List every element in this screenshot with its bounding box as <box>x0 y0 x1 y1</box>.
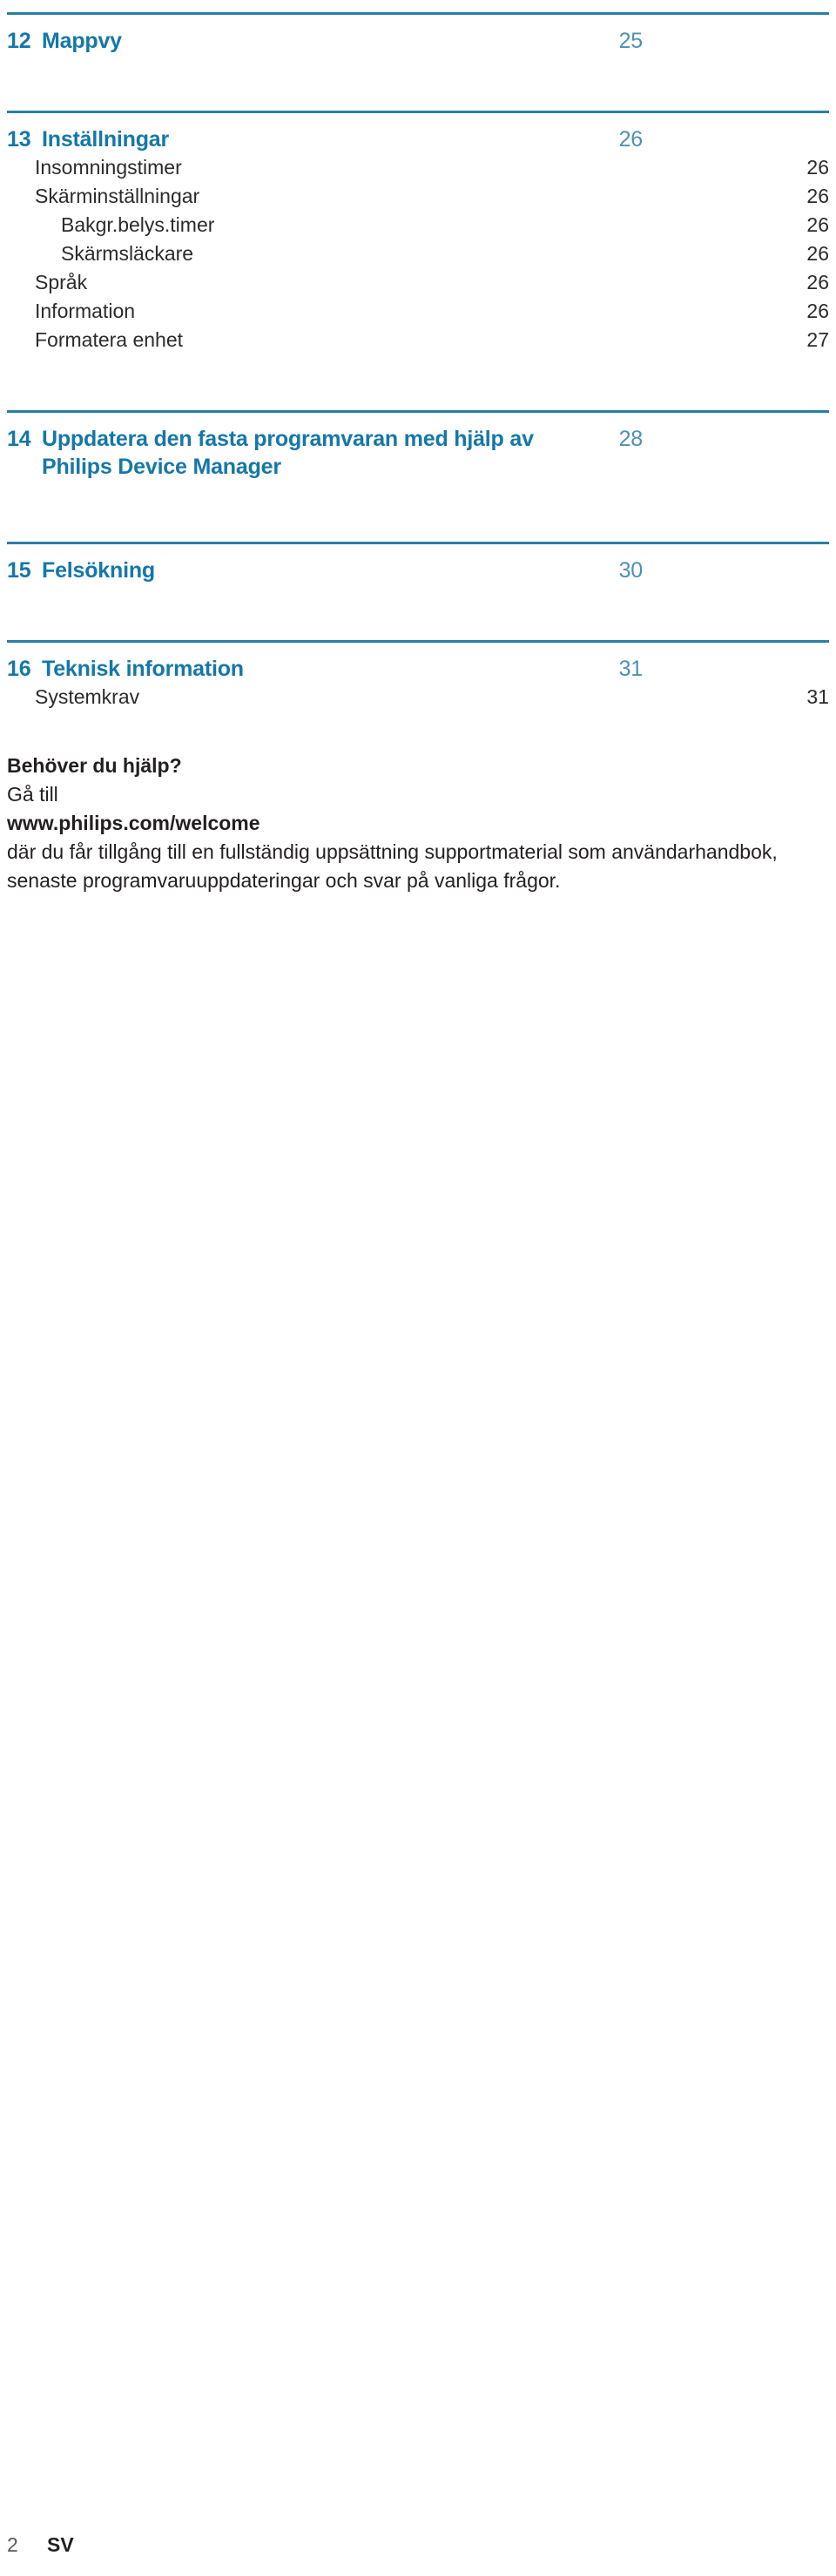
chapter-title: Teknisk information <box>42 657 244 681</box>
toc-entry-label: Skärminställningar <box>35 185 200 207</box>
chapter-number: 15 <box>7 558 31 583</box>
language-code: SV <box>47 2533 74 2556</box>
toc-entry[interactable]: Information 26 <box>7 297 829 326</box>
toc-entry-label: Skärmsläckare <box>61 242 194 265</box>
toc-entry[interactable]: Språk 26 <box>7 268 829 297</box>
chapter-page-number: 26 <box>618 127 644 152</box>
toc-chapter-12[interactable]: 12 Mappvy 25 <box>7 27 829 55</box>
chapter-title: Uppdatera den fasta programvaran med hjä… <box>42 427 534 479</box>
toc-entry-label: Insomningstimer <box>35 156 182 179</box>
toc-entry-page: 26 <box>806 156 829 179</box>
toc-entry-page: 26 <box>806 213 829 236</box>
folio-number: 2 <box>7 2533 18 2556</box>
toc-entry-page: 27 <box>806 328 829 351</box>
toc-entry-label: Systemkrav <box>35 685 140 708</box>
help-heading: Behöver du hjälp? <box>7 754 182 777</box>
help-block: Behöver du hjälp? Gå till www.philips.co… <box>7 752 808 895</box>
toc-chapter-13[interactable]: 13 Inställningar 26 <box>7 125 829 153</box>
toc-entry-label: Formatera enhet <box>35 328 184 351</box>
chapter-number: 12 <box>7 29 31 53</box>
toc-entry-page: 26 <box>806 271 829 293</box>
help-url[interactable]: www.philips.com/welcome <box>7 809 808 838</box>
toc-entry[interactable]: Bakgr.belys.timer 26 <box>7 211 829 239</box>
chapter-title: Mappvy <box>42 29 122 53</box>
toc-chapter-14[interactable]: 14 Uppdatera den fasta programvaran med … <box>7 425 829 486</box>
chapter-title: Felsökning <box>42 558 155 583</box>
toc-entry-page: 26 <box>806 242 829 265</box>
toc-entry[interactable]: Skärmsläckare 26 <box>7 239 829 268</box>
top-spacer <box>7 0 829 12</box>
toc-chapter-16[interactable]: 16 Teknisk information 31 <box>7 655 829 683</box>
chapter-page-number: 25 <box>618 29 644 53</box>
toc-entry-label: Bakgr.belys.timer <box>61 213 215 236</box>
toc-chapter-15[interactable]: 15 Felsökning 30 <box>7 556 829 584</box>
chapter-number: 14 <box>7 427 31 451</box>
help-body: där du får tillgång till en fullständig … <box>7 840 778 892</box>
chapter-page-number: 30 <box>618 558 644 583</box>
toc-entry[interactable]: Skärminställningar 26 <box>7 182 829 211</box>
toc-entry-page: 26 <box>806 300 829 322</box>
toc-entry[interactable]: Systemkrav 31 <box>7 683 829 711</box>
chapter-page-number: 31 <box>618 657 644 681</box>
toc-entry-page: 26 <box>806 185 829 207</box>
toc-entry-page: 31 <box>806 685 829 708</box>
help-goto-line: Gå till <box>7 783 58 806</box>
chapter-title: Inställningar <box>42 127 170 152</box>
chapter-number: 13 <box>7 127 31 152</box>
toc-entry-label: Information <box>35 300 136 322</box>
chapter-number: 16 <box>7 657 31 681</box>
toc-entry-label: Språk <box>35 271 88 293</box>
toc-page: 12 Mappvy 25 13 Inställningar 26 Insomni… <box>0 0 836 2576</box>
chapter-page-number: 28 <box>618 427 644 451</box>
toc-entry[interactable]: Insomningstimer 26 <box>7 153 829 182</box>
chapter-page-wrap: 28 <box>582 425 644 486</box>
page-footer: 2 SV <box>7 2533 74 2557</box>
toc-entry[interactable]: Formatera enhet 27 <box>7 326 829 354</box>
